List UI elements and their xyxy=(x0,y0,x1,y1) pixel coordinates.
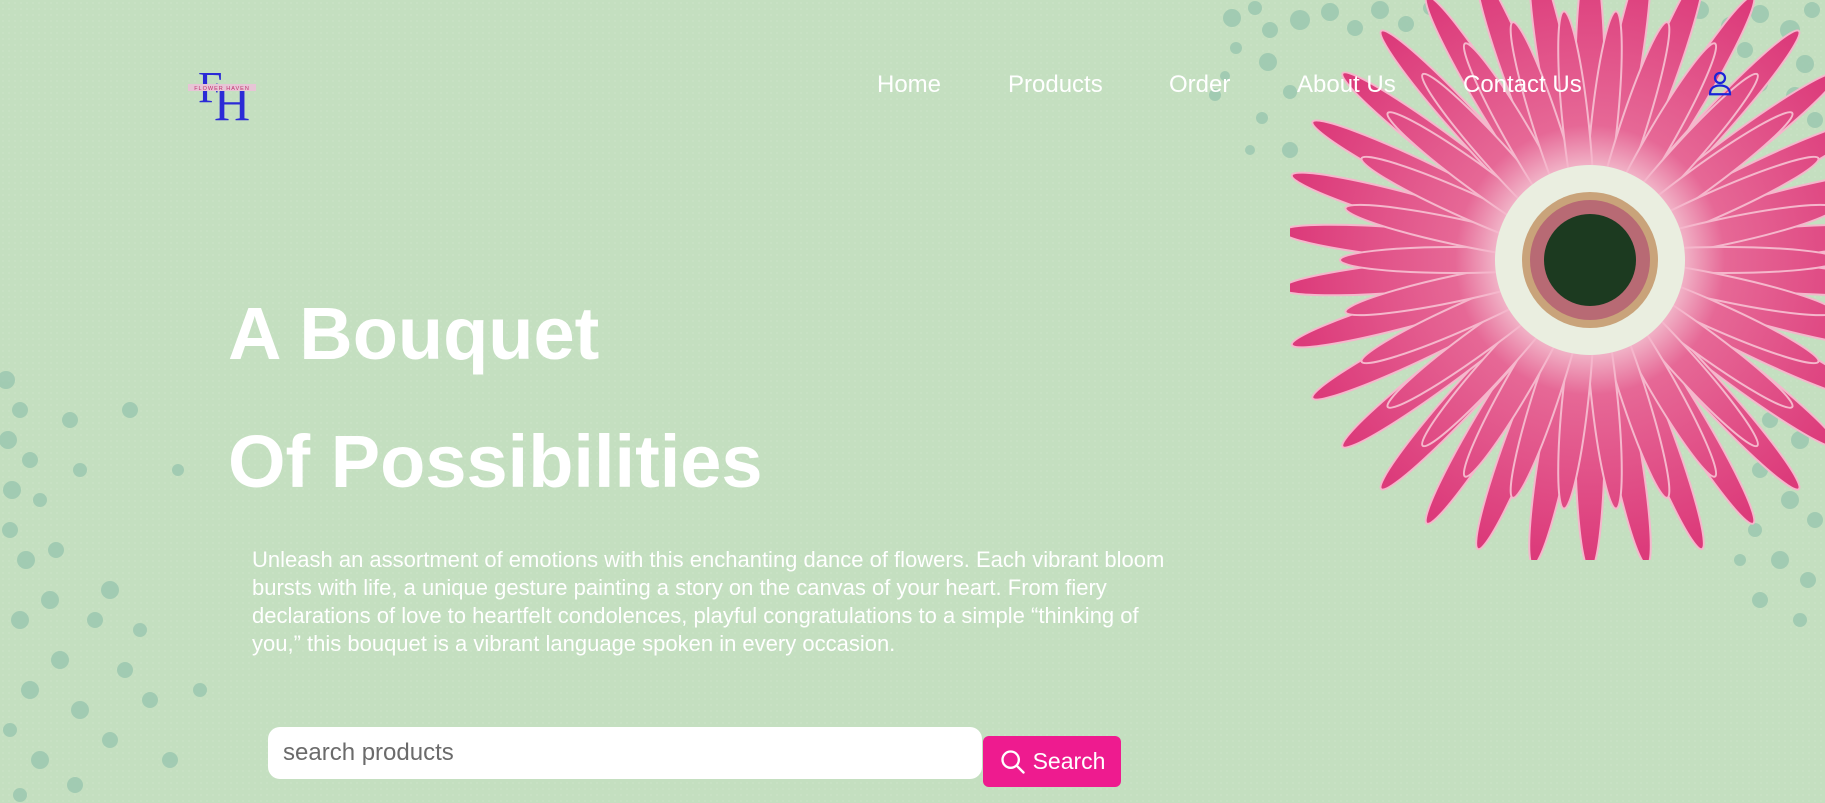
logo-letter-h: H xyxy=(214,75,250,131)
hero-description: Unleash an assortment of emotions with t… xyxy=(252,547,1165,656)
search-button[interactable]: Search xyxy=(983,736,1121,787)
hero-section: F H FLOWER HAVEN Home Products Order Abo… xyxy=(0,0,1825,803)
headline-line-2: Of Possibilities xyxy=(228,420,763,503)
user-icon[interactable] xyxy=(1705,68,1735,98)
headline-line-1: A Bouquet xyxy=(228,292,600,375)
nav-item-about-us[interactable]: About Us xyxy=(1297,70,1396,100)
flower-haven-logo[interactable]: F H FLOWER HAVEN xyxy=(184,54,264,134)
hero-headline: A Bouquet Of Possibilities xyxy=(228,270,763,526)
search-input[interactable] xyxy=(268,727,982,779)
logo-subtitle: FLOWER HAVEN xyxy=(194,86,250,92)
nav-item-products[interactable]: Products xyxy=(1008,70,1103,100)
search-icon xyxy=(1000,749,1025,774)
nav-item-home[interactable]: Home xyxy=(877,70,941,100)
nav-item-order[interactable]: Order xyxy=(1169,70,1230,100)
search-button-label: Search xyxy=(1032,748,1106,774)
nav-item-contact-us[interactable]: Contact Us xyxy=(1463,70,1582,100)
